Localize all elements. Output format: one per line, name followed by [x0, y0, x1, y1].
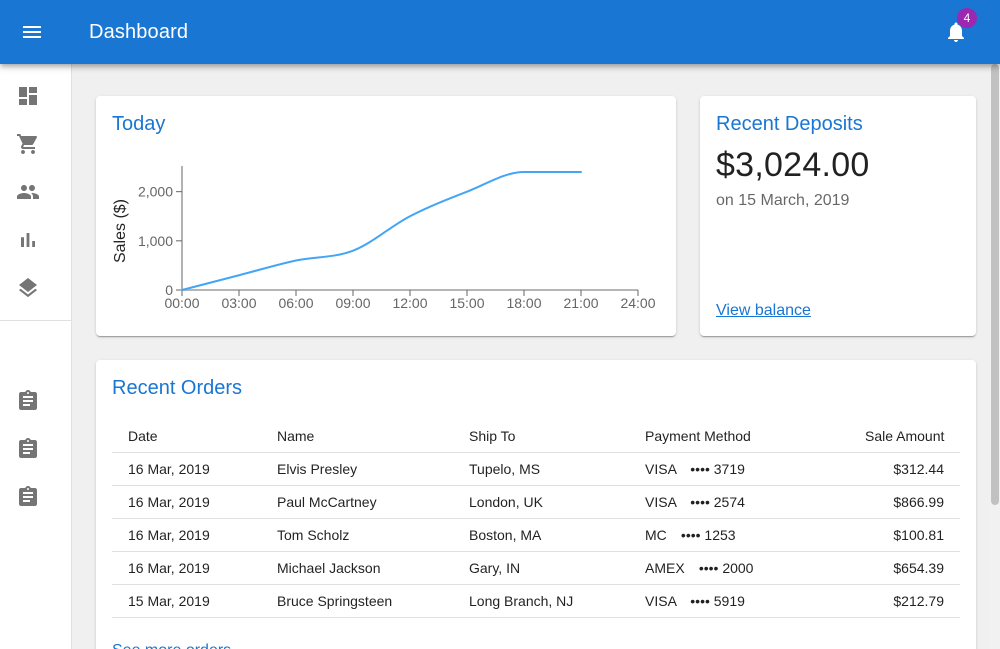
scrollbar-thumb[interactable]: [991, 64, 999, 505]
table-cell: 16 Mar, 2019: [112, 552, 261, 585]
table-cell: Tupelo, MS: [453, 453, 629, 486]
sidebar-item-main-1-shopping-cart[interactable]: [0, 120, 71, 168]
sidebar-item-main-4-layers[interactable]: [0, 264, 71, 312]
deposit-amount: $3,024.00: [716, 146, 960, 185]
table-row: 15 Mar, 2019Bruce SpringsteenLong Branch…: [112, 585, 960, 618]
assignment-icon: [16, 437, 40, 461]
x-tick-label: 06:00: [278, 295, 313, 311]
table-cell: Paul McCartney: [261, 486, 453, 519]
orders-table: DateNameShip ToPayment MethodSale Amount…: [112, 420, 960, 618]
column-header-sale-amount: Sale Amount: [849, 420, 960, 453]
column-header-payment-method: Payment Method: [629, 420, 849, 453]
x-tick-label: 24:00: [620, 295, 655, 311]
table-cell: $212.79: [849, 585, 960, 618]
table-cell: $654.39: [849, 552, 960, 585]
table-cell: Gary, IN: [453, 552, 629, 585]
table-row: 16 Mar, 2019Tom ScholzBoston, MAMC ⠀••••…: [112, 519, 960, 552]
layers-icon: [16, 276, 40, 300]
sidebar-item-main-0-dashboard[interactable]: [0, 72, 71, 120]
table-row: 16 Mar, 2019Elvis PresleyTupelo, MSVISA …: [112, 453, 960, 486]
table-cell: 16 Mar, 2019: [112, 486, 261, 519]
table-cell: VISA ⠀•••• 3719: [629, 453, 849, 486]
table-cell: $866.99: [849, 486, 960, 519]
table-cell: Long Branch, NJ: [453, 585, 629, 618]
table-cell: MC ⠀•••• 1253: [629, 519, 849, 552]
x-tick-label: 09:00: [335, 295, 370, 311]
x-tick-label: 15:00: [449, 295, 484, 311]
app-bar: Dashboard 4: [0, 0, 1000, 64]
x-tick-label: 12:00: [392, 295, 427, 311]
table-cell: AMEX ⠀•••• 2000: [629, 552, 849, 585]
sales-line-series: [182, 172, 581, 290]
sidebar-item-saved-0-assignment[interactable]: [0, 377, 71, 425]
saved-reports-subheader-space: [0, 329, 71, 377]
people-icon: [16, 180, 40, 204]
recent-deposits-card: Recent Deposits $3,024.00 on 15 March, 2…: [700, 96, 976, 336]
notification-badge: 4: [957, 8, 977, 28]
menu-button[interactable]: [8, 8, 56, 56]
sidebar-secondary-group: [0, 377, 71, 521]
x-tick-label: 03:00: [221, 295, 256, 311]
bar-chart-icon: [16, 228, 40, 252]
column-header-name: Name: [261, 420, 453, 453]
page-title: Dashboard: [89, 21, 932, 44]
shopping-cart-icon: [16, 132, 40, 156]
y-tick-label: 2,000: [138, 184, 173, 200]
hamburger-menu-icon: [20, 20, 44, 44]
sidebar-item-saved-1-assignment[interactable]: [0, 425, 71, 473]
table-cell: $312.44: [849, 453, 960, 486]
today-card: Today 00:0003:0006:0009:0012:0015:0018:0…: [96, 96, 676, 336]
view-balance-link[interactable]: View balance: [716, 302, 811, 320]
table-cell: Elvis Presley: [261, 453, 453, 486]
recent-orders-card: Recent Orders DateNameShip ToPayment Met…: [96, 360, 976, 649]
table-cell: Boston, MA: [453, 519, 629, 552]
sidebar-item-main-2-people[interactable]: [0, 168, 71, 216]
sidebar-main-group: [0, 72, 71, 312]
x-tick-label: 21:00: [563, 295, 598, 311]
assignment-icon: [16, 485, 40, 509]
notifications-button[interactable]: 4: [932, 8, 980, 56]
sidebar-item-main-3-bar-chart[interactable]: [0, 216, 71, 264]
table-cell: VISA ⠀•••• 5919: [629, 585, 849, 618]
y-axis-label: Sales ($): [112, 199, 129, 263]
table-cell: 16 Mar, 2019: [112, 453, 261, 486]
sidebar: [0, 0, 72, 649]
deposit-date: on 15 March, 2019: [716, 192, 960, 210]
table-cell: 16 Mar, 2019: [112, 519, 261, 552]
y-tick-label: 1,000: [138, 233, 173, 249]
table-row: 16 Mar, 2019Michael JacksonGary, INAMEX …: [112, 552, 960, 585]
recent-orders-title: Recent Orders: [112, 376, 960, 400]
orders-header-row: DateNameShip ToPayment MethodSale Amount: [112, 420, 960, 453]
assignment-icon: [16, 389, 40, 413]
see-more-orders-link[interactable]: See more orders: [112, 642, 231, 649]
sidebar-item-saved-2-assignment[interactable]: [0, 473, 71, 521]
table-cell: Michael Jackson: [261, 552, 453, 585]
column-header-date: Date: [112, 420, 261, 453]
x-tick-label: 18:00: [506, 295, 541, 311]
table-cell: London, UK: [453, 486, 629, 519]
recent-deposits-title: Recent Deposits: [716, 112, 960, 136]
dashboard-icon: [16, 84, 40, 108]
table-cell: Bruce Springsteen: [261, 585, 453, 618]
table-row: 16 Mar, 2019Paul McCartneyLondon, UKVISA…: [112, 486, 960, 519]
table-cell: Tom Scholz: [261, 519, 453, 552]
table-cell: 15 Mar, 2019: [112, 585, 261, 618]
sidebar-divider: [0, 320, 71, 321]
today-title: Today: [112, 112, 660, 136]
scrollbar-track[interactable]: [990, 64, 1000, 649]
y-tick-label: 0: [165, 282, 173, 298]
table-cell: VISA ⠀•••• 2574: [629, 486, 849, 519]
line-chart-svg: 00:0003:0006:0009:0012:0015:0018:0021:00…: [112, 160, 660, 314]
column-header-ship-to: Ship To: [453, 420, 629, 453]
table-cell: $100.81: [849, 519, 960, 552]
app-root: Dashboard 4 Today 00:0003:0006:0009:0012…: [0, 0, 1000, 649]
sales-chart: 00:0003:0006:0009:0012:0015:0018:0021:00…: [112, 160, 660, 314]
